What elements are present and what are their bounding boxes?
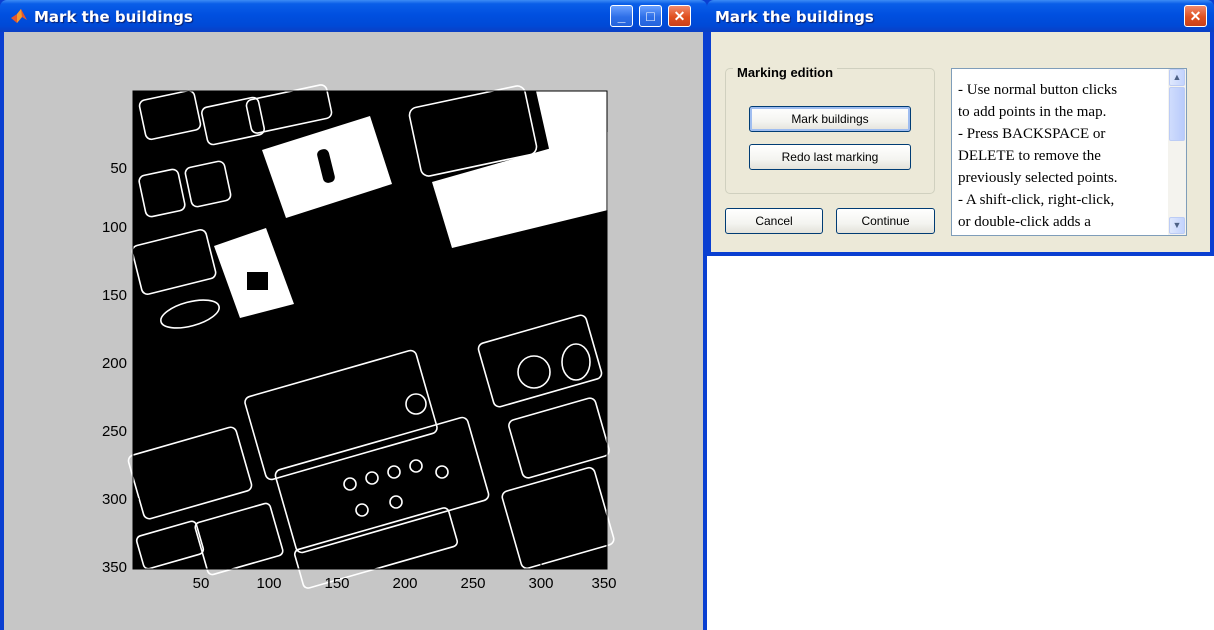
scroll-down-icon: ▼ xyxy=(1172,220,1182,230)
instruction-line: - A shift-click, right-click, xyxy=(958,192,1115,208)
scroll-up-icon: ▲ xyxy=(1172,72,1182,82)
redo-last-marking-button[interactable]: Redo last marking xyxy=(749,144,911,170)
close-icon: ✕ xyxy=(1189,8,1202,24)
instructions-text: - Use normal button clicks to add points… xyxy=(958,79,1162,233)
figure-canvas: 50 100 150 200 250 300 350 50 100 150 20… xyxy=(4,32,703,630)
axes[interactable]: 50 100 150 200 250 300 350 50 100 150 20… xyxy=(4,32,703,630)
scroll-down-button[interactable]: ▼ xyxy=(1169,217,1185,234)
instruction-line: to add points in the map. xyxy=(958,104,1107,120)
close-button[interactable]: ✕ xyxy=(668,5,691,27)
dialog-body: Marking edition Mark buildings Redo last… xyxy=(711,32,1210,252)
y-tick-label: 300 xyxy=(102,491,127,508)
maximize-button[interactable]: □ xyxy=(639,5,662,27)
x-tick-label: 250 xyxy=(460,575,485,592)
x-tick-label: 150 xyxy=(324,575,349,592)
y-tick-label: 250 xyxy=(102,423,127,440)
instruction-line: or double-click adds a xyxy=(958,214,1091,230)
y-tick-label: 50 xyxy=(110,160,127,177)
instructions-scrollbar[interactable]: ▲ ▼ xyxy=(1168,69,1186,235)
figure-title: Mark the buildings xyxy=(34,8,193,26)
close-icon: ✕ xyxy=(673,8,686,24)
scroll-up-button[interactable]: ▲ xyxy=(1169,69,1185,86)
figure-title-bar[interactable]: Mark the buildings _ □ ✕ xyxy=(0,0,707,32)
instructions-textbox[interactable]: - Use normal button clicks to add points… xyxy=(951,68,1187,236)
instruction-line: DELETE to remove the xyxy=(958,148,1101,164)
minimize-icon: _ xyxy=(617,8,626,24)
y-tick-label: 200 xyxy=(102,355,127,372)
x-tick-label: 300 xyxy=(528,575,553,592)
dialog-title: Mark the buildings xyxy=(715,8,874,26)
mark-buildings-button[interactable]: Mark buildings xyxy=(749,106,911,132)
x-tick-label: 100 xyxy=(256,575,281,592)
dialog-window: Mark the buildings ✕ Marking edition Mar… xyxy=(707,0,1214,256)
instruction-line: previously selected points. xyxy=(958,170,1118,186)
minimize-button[interactable]: _ xyxy=(610,5,633,27)
y-tick-label: 150 xyxy=(102,287,127,304)
x-tick-label: 50 xyxy=(193,575,210,592)
y-tick-label: 350 xyxy=(102,559,127,576)
instruction-line: - Press BACKSPACE or xyxy=(958,126,1106,142)
matlab-icon xyxy=(11,9,27,23)
continue-button[interactable]: Continue xyxy=(836,208,935,234)
y-tick-label: 100 xyxy=(102,219,127,236)
maximize-icon: □ xyxy=(646,8,655,24)
cancel-button[interactable]: Cancel xyxy=(725,208,823,234)
figure-window: Mark the buildings _ □ ✕ 50 100 150 200 … xyxy=(0,0,707,630)
scroll-thumb[interactable] xyxy=(1169,87,1185,141)
group-label: Marking edition xyxy=(733,65,838,80)
x-tick-label: 350 xyxy=(591,575,616,592)
instruction-line: - Use normal button clicks xyxy=(958,82,1118,98)
dialog-close-button[interactable]: ✕ xyxy=(1184,5,1207,27)
dialog-title-bar[interactable]: Mark the buildings ✕ xyxy=(707,0,1214,32)
x-tick-label: 200 xyxy=(392,575,417,592)
